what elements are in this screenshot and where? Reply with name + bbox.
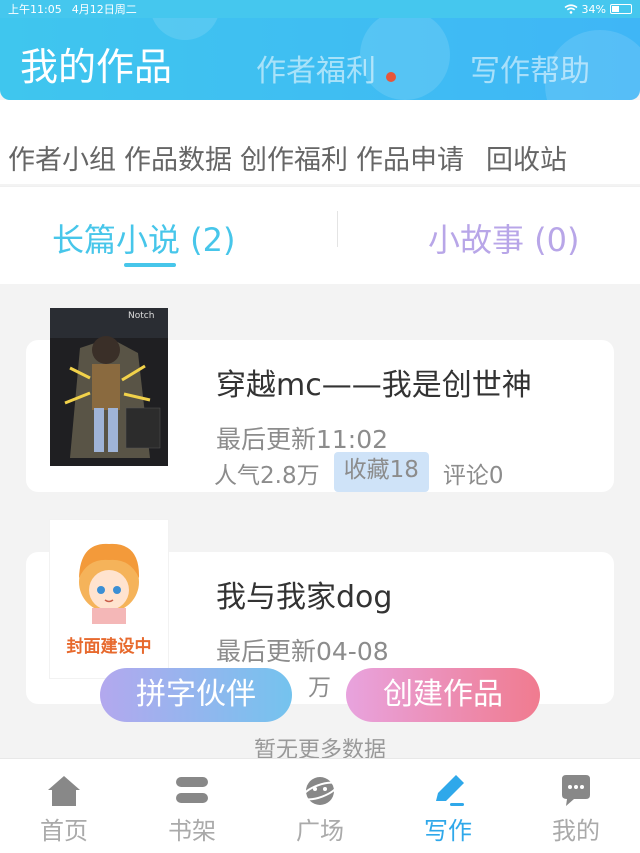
status-time: 上午11:05 — [8, 3, 62, 16]
book-cover[interactable]: Notch — [50, 308, 168, 466]
cover-artwork: Notch — [50, 308, 168, 466]
book-last-updated: 最后更新11:02 — [216, 425, 389, 454]
tab-short-stories[interactable]: 小故事 (0) — [428, 215, 580, 261]
bottom-nav: 首页 书架 广场 写作 我的 — [0, 758, 640, 853]
toolbar-item-author-group[interactable]: 作者小组 — [8, 138, 116, 177]
bookshelf-icon — [176, 777, 208, 803]
status-bar: 上午11:05 4月12日周二 34% — [0, 0, 640, 18]
author-toolbar: 作者小组 作品数据 创作福利 作品申请 回收站 — [0, 100, 640, 184]
nav-label: 书架 — [168, 817, 216, 845]
nav-home[interactable]: 首页 — [0, 759, 128, 853]
book-type-tabs: 长篇小说 (2) 小故事 (0) — [0, 186, 640, 284]
home-icon — [48, 776, 80, 806]
book-last-updated: 最后更新04-08 — [216, 637, 389, 666]
battery-percent: 34% — [581, 2, 606, 16]
cover-title-text: Notch — [128, 311, 154, 321]
toolbar-item-work-data[interactable]: 作品数据 — [124, 138, 232, 177]
nav-bookshelf[interactable]: 书架 — [128, 759, 256, 853]
wifi-icon — [564, 4, 578, 14]
battery-icon — [610, 4, 632, 14]
tab-divider — [337, 211, 338, 247]
book-popularity: 人气2.8万 — [214, 463, 320, 489]
header-tab-author-benefits[interactable]: 作者福利 — [256, 46, 376, 90]
chat-bubble-icon — [562, 775, 590, 806]
nav-me[interactable]: 我的 — [512, 759, 640, 853]
header-tab-writing-help[interactable]: 写作帮助 — [470, 46, 590, 90]
book-comments: 评论0 — [442, 463, 504, 489]
toolbar-item-work-application[interactable]: 作品申请 — [356, 138, 464, 177]
planet-icon — [301, 777, 339, 805]
book-cover[interactable]: 封面建设中 — [50, 520, 168, 678]
create-work-button[interactable]: 创建作品 — [346, 668, 540, 722]
nav-label: 广场 — [296, 817, 344, 845]
header-tab-my-works[interactable]: 我的作品 — [20, 36, 172, 91]
nav-label: 我的 — [552, 817, 600, 845]
book-popularity: 万 — [308, 675, 331, 701]
toolbar-item-recycle-bin[interactable]: 回收站 — [486, 138, 567, 177]
tab-novels[interactable]: 长篇小说 (2) — [52, 215, 236, 261]
cover-placeholder-label: 封面建设中 — [66, 637, 152, 657]
active-tab-indicator — [124, 263, 176, 267]
word-partner-button[interactable]: 拼字伙伴 — [100, 668, 292, 722]
book-favorites[interactable]: 收藏18 — [333, 452, 429, 492]
pen-icon — [436, 775, 464, 806]
nav-write[interactable]: 写作 — [384, 759, 512, 853]
book-title: 我与我家dog — [216, 580, 393, 615]
nav-plaza[interactable]: 广场 — [256, 759, 384, 853]
book-title: 穿越mc——我是创世神 — [216, 368, 532, 403]
status-date: 4月12日周二 — [71, 3, 137, 16]
notification-dot — [386, 72, 396, 82]
nav-label: 首页 — [40, 817, 88, 845]
nav-label: 写作 — [424, 817, 472, 845]
toolbar-item-creation-benefits[interactable]: 创作福利 — [240, 138, 348, 177]
